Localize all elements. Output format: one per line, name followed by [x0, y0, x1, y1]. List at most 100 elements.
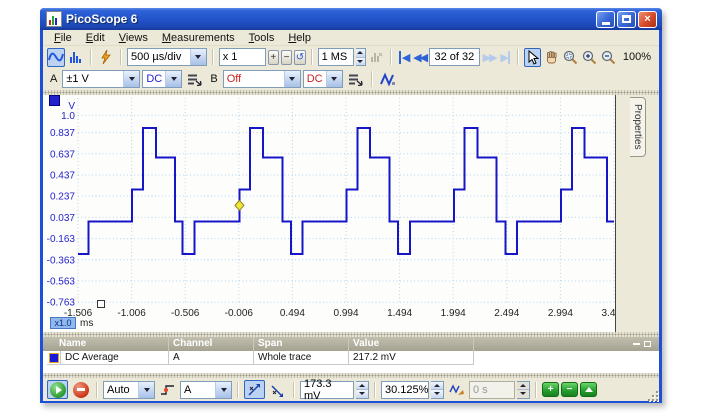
channel-a-options-button[interactable]: [184, 70, 205, 89]
zoom-reset-button[interactable]: ↺: [294, 49, 306, 65]
trigger-marker-button[interactable]: [157, 380, 178, 399]
spectrum-bars-icon: [70, 52, 81, 63]
spectrum-mode-button[interactable]: [67, 48, 85, 67]
dropdown-arrow-icon: [123, 71, 140, 87]
zoom-in-tool-button[interactable]: [581, 48, 598, 67]
close-button[interactable]: ×: [638, 10, 657, 28]
zoom-window-icon: [563, 50, 578, 64]
trigger-marker[interactable]: [234, 199, 245, 212]
y-tick-label: -0.563: [47, 276, 76, 287]
channel-b-range-value: Off: [226, 73, 242, 85]
timebase-select[interactable]: 500 µs/div: [127, 48, 207, 66]
minimize-button[interactable]: [596, 10, 615, 28]
axis-offset-handle[interactable]: [97, 300, 105, 308]
zoom-out-tool-button[interactable]: [600, 48, 617, 67]
channel-a-coupling-select[interactable]: DC: [142, 70, 183, 88]
trigger-level-input[interactable]: 173.3 mV: [300, 378, 354, 402]
waveform-chart[interactable]: V 1.0 0.837 0.637 0.437 0.237 0.037 -0.163 -0.36…: [43, 95, 627, 332]
pre-trigger-value: 30.125%: [385, 383, 429, 396]
maximize-icon: [622, 15, 631, 23]
stop-capture-button[interactable]: [70, 380, 91, 399]
post-trigger-delay-icon: [448, 384, 464, 395]
x-tick-label: 2.494: [494, 308, 519, 319]
delete-measurement-button[interactable]: −: [561, 382, 578, 397]
panel-maximize-icon[interactable]: [644, 341, 651, 347]
samples-count-input[interactable]: 1 MS: [317, 48, 354, 66]
measurements-column-header-name[interactable]: Name: [47, 337, 169, 351]
measurements-column-header-channel[interactable]: Channel: [169, 337, 254, 351]
zoom-in-icon: [582, 50, 597, 64]
menu-item-edit[interactable]: Edit: [79, 32, 112, 44]
properties-tab[interactable]: Properties: [630, 97, 646, 157]
menu-item-tools[interactable]: Tools: [242, 32, 282, 44]
zoom-multiplier-decrease-button[interactable]: −: [280, 49, 293, 65]
maximize-button[interactable]: [617, 10, 636, 28]
trigger-source-select[interactable]: A: [180, 380, 232, 399]
falling-edge-button[interactable]: [267, 380, 288, 399]
measurement-channel: A: [169, 351, 254, 365]
previous-buffer-button[interactable]: ◀ ◀: [413, 48, 428, 66]
measurements-column-header-span[interactable]: Span: [254, 337, 349, 351]
zoom-multiplier-display[interactable]: x 1: [218, 48, 266, 66]
trigger-level-spinner[interactable]: [356, 380, 369, 399]
trigger-delay-spinner[interactable]: [517, 380, 530, 399]
panel-minimize-icon[interactable]: [633, 343, 640, 345]
measurement-row[interactable]: DC Average A Whole trace 217.2 mV: [43, 351, 659, 365]
dropdown-arrow-icon: [325, 71, 342, 87]
zoom-out-icon: [601, 50, 616, 64]
rising-edge-button[interactable]: [244, 380, 265, 399]
separator: [211, 49, 214, 65]
channel-b-coupling-select[interactable]: DC: [302, 70, 343, 88]
pre-trigger-spinner[interactable]: [431, 380, 444, 399]
menu-item-measurements[interactable]: Measurements: [155, 32, 242, 44]
separator: [370, 71, 373, 87]
menu-item-file[interactable]: File: [47, 32, 79, 44]
menu-item-views[interactable]: Views: [112, 32, 155, 44]
menu-item-help[interactable]: Help: [281, 32, 318, 44]
falling-edge-icon: [271, 385, 283, 397]
trigger-mode-value: Auto: [107, 383, 130, 396]
x-scale-badge[interactable]: x1.0: [50, 317, 76, 329]
measurements-column-header-value[interactable]: Value: [349, 337, 474, 351]
separator: [96, 381, 98, 398]
add-measurement-button[interactable]: +: [542, 382, 559, 397]
channel-b-options-button[interactable]: [345, 70, 366, 89]
lightning-icon: [101, 49, 111, 65]
window-zoom-tool-button[interactable]: [562, 48, 579, 67]
pre-trigger-input[interactable]: 30.125%: [381, 380, 429, 399]
zoom-multiplier-increase-button[interactable]: +: [267, 49, 279, 65]
first-buffer-button[interactable]: ◀: [397, 48, 411, 66]
x-tick-label: 1.994: [441, 308, 466, 319]
normal-selection-tool-button[interactable]: [524, 47, 541, 67]
math-channels-button[interactable]: [378, 70, 399, 89]
channel-options-icon: [188, 74, 202, 86]
trigger-delay-input[interactable]: 0 s: [469, 380, 515, 399]
next-buffer-icon2: ▶: [489, 51, 498, 64]
signal-generator-button[interactable]: [97, 48, 115, 67]
channel-a-range-select[interactable]: ±1 V: [62, 70, 141, 88]
last-buffer-button[interactable]: ▶: [498, 48, 512, 66]
hand-tool-button[interactable]: [543, 48, 560, 67]
math-waveform-icon: [380, 72, 396, 86]
samples-spinner[interactable]: [355, 48, 366, 66]
start-capture-button[interactable]: [47, 380, 68, 399]
post-trigger-delay-button[interactable]: [446, 380, 467, 399]
dropdown-arrow-icon: [165, 71, 182, 87]
resize-grip[interactable]: [646, 389, 658, 401]
y-tick-label: 0.237: [50, 192, 75, 203]
measurement-color-swatch: [47, 351, 61, 365]
app-icon: [46, 11, 62, 27]
channel-a-axis-indicator[interactable]: [49, 95, 60, 106]
edit-measurement-button[interactable]: [580, 382, 597, 397]
trigger-mode-select[interactable]: Auto: [103, 380, 155, 399]
edit-measurement-icon: [584, 387, 593, 392]
sine-wave-icon: [48, 52, 64, 62]
x-axis-unit-label: ms: [80, 318, 94, 329]
channel-b-range-select[interactable]: Off: [222, 70, 301, 88]
title-bar[interactable]: PicoScope 6 ×: [40, 8, 662, 30]
x-tick-label: 0.994: [333, 308, 358, 319]
desktop: PicoScope 6 × File Edit Views Measurements T…: [0, 0, 702, 413]
scope-mode-button[interactable]: [47, 47, 65, 67]
scope-view-panel: V 1.0 0.837 0.637 0.437 0.237 0.037 -0.163 -0.36…: [43, 95, 659, 332]
next-buffer-button[interactable]: ▶ ▶: [482, 48, 498, 66]
